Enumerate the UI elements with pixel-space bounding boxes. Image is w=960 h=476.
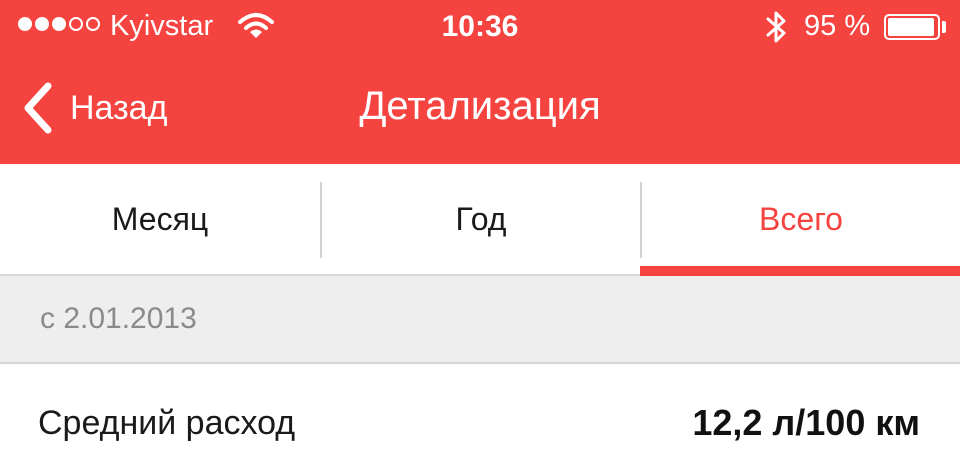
bluetooth-icon <box>764 10 788 49</box>
period-start-date: с 2.01.2013 <box>40 302 197 335</box>
battery-icon <box>884 14 940 40</box>
battery-tip <box>942 21 946 33</box>
battery-level-fill <box>888 18 934 36</box>
navigation-bar: Назад Детализация <box>0 56 960 164</box>
app-header: Kyivstar 10:36 95 % Назад Детализация <box>0 0 960 164</box>
battery-percent: 95 % <box>804 10 871 42</box>
stat-row: Средний расход 12,2 л/100 км <box>0 364 960 476</box>
page-title: Детализация <box>359 84 601 128</box>
stat-label: Средний расход <box>38 404 296 442</box>
stat-value: 12,2 л/100 км <box>692 402 920 443</box>
status-bar: Kyivstar 10:36 95 % <box>0 0 960 56</box>
tab-all[interactable]: Всего <box>642 164 960 274</box>
section-header: с 2.01.2013 <box>0 276 960 364</box>
tab-year[interactable]: Год <box>321 164 641 274</box>
period-tabs: Месяц Год Всего <box>0 164 960 276</box>
active-tab-indicator <box>640 266 960 276</box>
tab-month[interactable]: Месяц <box>0 164 320 274</box>
